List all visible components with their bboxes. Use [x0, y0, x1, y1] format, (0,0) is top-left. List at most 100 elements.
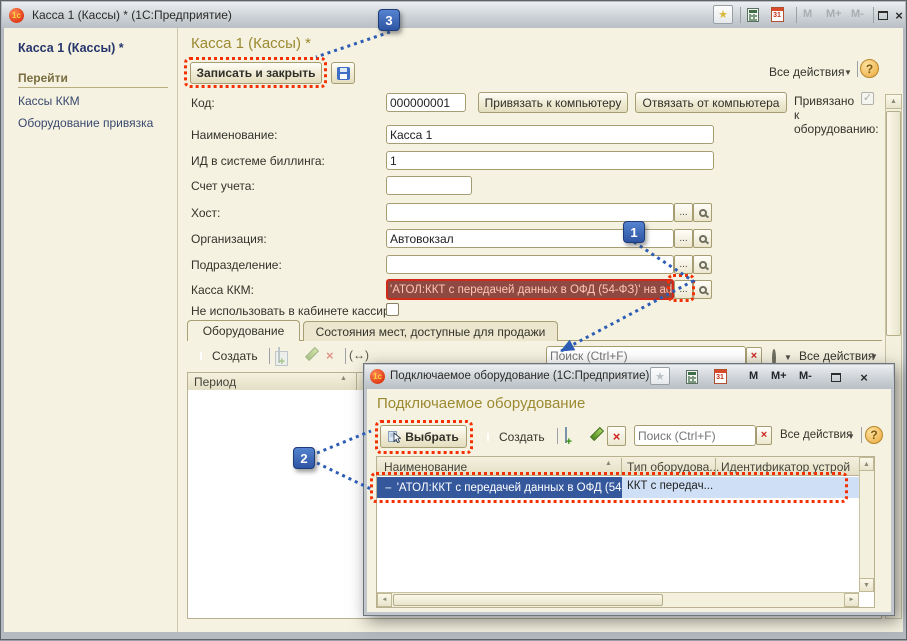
width-toggle-icon[interactable]: (↔): [349, 348, 369, 362]
app-1c-icon: 1c: [370, 369, 385, 384]
department-lookup-button[interactable]: [693, 255, 712, 274]
close-button[interactable]: ×: [889, 6, 907, 25]
department-ellipsis-button[interactable]: ...: [674, 255, 693, 274]
dialog-delete-button[interactable]: ×: [607, 426, 626, 446]
create-button[interactable]: Создать: [212, 349, 258, 363]
favorites-button[interactable]: ★: [713, 5, 733, 24]
tab-place-states[interactable]: Состояния мест, доступные для продажи: [303, 321, 558, 341]
sidebar-rule: [18, 87, 168, 88]
close-icon: ×: [895, 9, 903, 22]
dialog-calculator-button[interactable]: [682, 367, 702, 386]
dialog-help-button[interactable]: ?: [865, 426, 883, 444]
scroll-up-icon[interactable]: ▲: [885, 94, 902, 109]
dialog-vscrollbar[interactable]: [859, 457, 874, 592]
chevron-down-icon: ▼: [844, 68, 852, 77]
dialog-heading: Подключаемое оборудование: [377, 395, 585, 412]
account-input[interactable]: [386, 176, 472, 195]
help-button[interactable]: ?: [860, 59, 879, 78]
column-name[interactable]: Наименование: [384, 460, 467, 474]
row-name-text: 'АТОЛ:ККТ с передачей данных в ОФД (54..…: [397, 482, 622, 494]
dialog-title: Подключаемое оборудование (1С:Предприяти…: [390, 370, 649, 382]
tab-place-states-label: Состояния мест, доступные для продажи: [316, 325, 546, 339]
department-input[interactable]: [386, 255, 674, 274]
close-icon: ×: [860, 371, 868, 384]
organization-label: Организация:: [191, 232, 267, 246]
calendar-icon: 31: [714, 369, 727, 384]
kkm-field[interactable]: 'АТОЛ:ККТ с передачей данных в ОФД (54-Ф…: [386, 279, 674, 300]
sidebar-link-kassy-kkm[interactable]: Кассы ККМ: [18, 94, 80, 108]
calculator-button[interactable]: [743, 5, 763, 24]
select-button-label: Выбрать: [405, 430, 459, 444]
dialog-all-actions-button[interactable]: Все действия: [780, 429, 852, 441]
code-input[interactable]: [386, 93, 466, 112]
copy-icon[interactable]: [565, 427, 567, 443]
not-use-cashier-checkbox[interactable]: [386, 303, 399, 316]
dialog-search-input[interactable]: [634, 425, 756, 446]
star-icon: ★: [718, 8, 728, 21]
column-device-id[interactable]: Идентификатор устрой: [721, 460, 857, 474]
dialog-memory-mplus-button[interactable]: М+: [768, 370, 790, 382]
dialog-clear-search-button[interactable]: ×: [756, 426, 772, 445]
scroll-down-icon[interactable]: ▼: [859, 578, 874, 592]
host-ellipsis-button[interactable]: ...: [674, 203, 693, 222]
scroll-left-icon[interactable]: ◄: [377, 593, 392, 607]
memory-mplus-button[interactable]: М+: [823, 8, 845, 20]
chevron-down-icon: ▼: [847, 432, 855, 441]
host-lookup-button[interactable]: [693, 203, 712, 222]
column-period[interactable]: Период: [194, 375, 236, 389]
column-divider: [715, 458, 716, 475]
scroll-right-icon[interactable]: ►: [844, 593, 859, 607]
tab-equipment[interactable]: Оборудование: [187, 320, 300, 341]
save-button[interactable]: [331, 62, 355, 84]
magnifier-icon: [699, 286, 707, 294]
dialog-memory-m-button[interactable]: М: [746, 370, 761, 382]
dialog-maximize-button[interactable]: [826, 368, 846, 387]
tab-all-actions-button[interactable]: Все действия: [799, 349, 874, 363]
calendar-button[interactable]: 31: [767, 5, 787, 24]
dialog-memory-mminus-button[interactable]: М-: [796, 370, 815, 382]
organization-lookup-button[interactable]: [693, 229, 712, 248]
app-1c-icon: 1c: [9, 8, 24, 23]
column-type[interactable]: Тип оборудова...: [627, 460, 719, 474]
table-row[interactable]: – 'АТОЛ:ККТ с передачей данных в ОФД (54…: [377, 477, 859, 498]
all-actions-button[interactable]: Все действия: [769, 65, 844, 79]
host-label: Хост:: [191, 206, 220, 220]
kkm-label: Касса ККМ:: [191, 283, 254, 297]
unbind-computer-button[interactable]: Отвязать от компьютера: [635, 92, 787, 113]
department-label: Подразделение:: [191, 258, 282, 272]
save-and-close-button[interactable]: Записать и закрыть: [190, 62, 322, 84]
billing-id-input[interactable]: [386, 151, 714, 170]
dialog-create-button[interactable]: Создать: [499, 430, 545, 444]
memory-m-button[interactable]: М: [800, 8, 815, 20]
host-input[interactable]: [386, 203, 674, 222]
memory-mminus-button[interactable]: М-: [848, 8, 867, 20]
sidebar-link-oborudovanie-privyazka[interactable]: Оборудование привязка: [18, 116, 153, 130]
name-input[interactable]: [386, 125, 714, 144]
dialog-favorites-button[interactable]: ★: [650, 367, 670, 385]
account-label: Счет учета:: [191, 179, 255, 193]
dialog-hscroll-thumb[interactable]: [393, 594, 663, 606]
dialog-close-button[interactable]: ×: [854, 368, 874, 387]
separator: [557, 428, 558, 444]
row-name-cell[interactable]: – 'АТОЛ:ККТ с передачей данных в ОФД (54…: [377, 477, 622, 498]
form-vscroll-thumb[interactable]: [886, 111, 901, 336]
name-label: Наименование:: [191, 128, 278, 142]
scroll-up-icon[interactable]: ▲: [859, 457, 874, 471]
magnifier-icon: [699, 235, 707, 243]
copy-icon[interactable]: [278, 347, 280, 363]
bound-to-equipment-checkbox[interactable]: ✓: [861, 92, 874, 105]
magnifier-icon: [699, 261, 707, 269]
magnifier-icon: [699, 209, 707, 217]
sidebar-section-perejti: Перейти: [18, 71, 68, 85]
kkm-lookup-button[interactable]: [693, 280, 712, 299]
kkm-ellipsis-button[interactable]: ...: [674, 280, 693, 299]
dialog-calendar-button[interactable]: 31: [710, 367, 730, 386]
delete-icon[interactable]: ×: [326, 349, 334, 362]
dash-icon: –: [385, 480, 392, 494]
bind-computer-button[interactable]: Привязать к компьютеру: [478, 92, 628, 113]
dialog-table: Наименование Тип оборудова... Идентифика…: [376, 456, 875, 608]
column-divider: [356, 373, 357, 390]
select-button[interactable]: Выбрать: [380, 425, 467, 448]
organization-ellipsis-button[interactable]: ...: [674, 229, 693, 248]
sidebar-title: Касса 1 (Кассы) *: [18, 41, 124, 55]
